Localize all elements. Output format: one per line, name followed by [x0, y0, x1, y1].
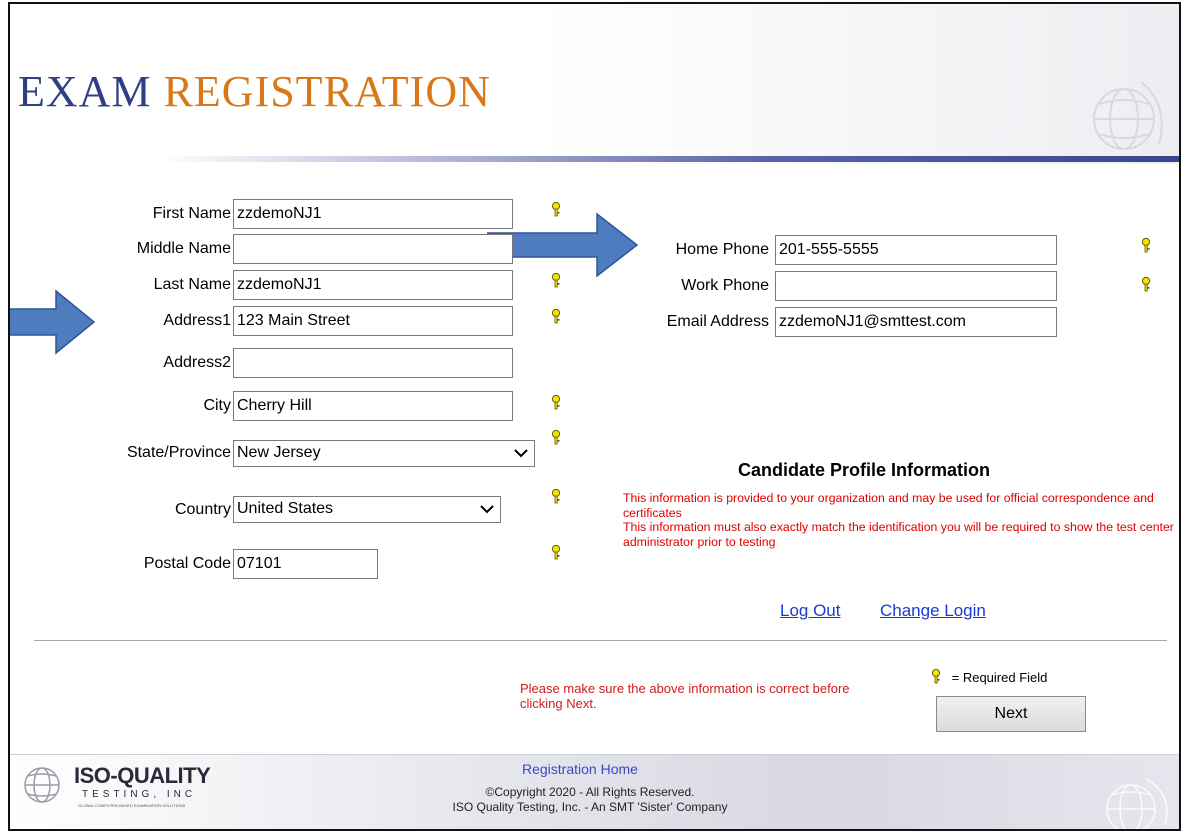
globe-icon [1093, 81, 1163, 150]
last-name-label: Last Name [153, 276, 231, 293]
key-icon [551, 201, 561, 217]
title-word-exam: EXAM [18, 67, 152, 116]
email-input[interactable] [775, 307, 1057, 337]
city-input[interactable] [233, 391, 513, 421]
profile-info-text: This information is provided to your org… [623, 491, 1179, 549]
copyright-line: ©Copyright 2020 - All Rights Reserved. [485, 785, 695, 799]
chevron-down-icon [514, 449, 528, 458]
key-icon [551, 272, 561, 288]
globe-icon [1106, 778, 1168, 829]
country-select-value: United States [237, 500, 334, 517]
logo-sub-text: TESTING, INC [82, 789, 197, 800]
email-label: Email Address [666, 313, 769, 330]
profile-info-line2: This information must also exactly match… [623, 520, 1174, 549]
title-word-registration: REGISTRATION [163, 67, 491, 116]
header-divider-bar [160, 156, 1179, 162]
page-footer: ISO-QUALITY TESTING, INC GLOBAL COMPUTER… [10, 754, 1179, 829]
company-line: ISO Quality Testing, Inc. - An SMT 'Sist… [452, 800, 728, 814]
address2-label: Address2 [163, 354, 231, 371]
city-label: City [203, 397, 231, 414]
key-icon [551, 308, 561, 324]
key-icon [551, 488, 561, 504]
log-out-link[interactable]: Log Out [780, 601, 841, 620]
arrow-icon [10, 289, 96, 355]
postal-code-input[interactable] [233, 549, 378, 579]
country-label: Country [174, 501, 231, 518]
first-name-input[interactable] [233, 199, 513, 229]
account-links: Log Out [780, 601, 841, 621]
middle-name-label: Middle Name [136, 240, 231, 257]
key-icon [1141, 276, 1151, 292]
next-button[interactable]: Next [936, 696, 1086, 732]
required-field-legend: = Required Field [930, 668, 1047, 685]
key-icon [551, 394, 561, 410]
logo-tagline: GLOBAL COMPUTER-BASED EXAMINATION SOLUTI… [78, 803, 186, 808]
key-icon [931, 668, 941, 684]
key-icon [1141, 237, 1151, 253]
work-phone-input[interactable] [775, 271, 1057, 301]
middle-name-input[interactable] [233, 234, 513, 264]
state-select-value: New Jersey [237, 444, 321, 461]
section-divider [34, 640, 1167, 641]
profile-title: Candidate Profile Information [738, 460, 991, 480]
logo-main-text: ISO-QUALITY [74, 763, 211, 788]
profile-info-line1: This information is provided to your org… [623, 491, 1154, 520]
postal-code-label: Postal Code [143, 555, 231, 572]
confirm-notice: Please make sure the above information i… [520, 681, 850, 711]
change-login-link[interactable]: Change Login [880, 601, 986, 620]
globe-icon [24, 767, 60, 803]
page-title: EXAM REGISTRATION [18, 66, 491, 117]
first-name-label: First Name [152, 205, 231, 222]
home-phone-input[interactable] [775, 235, 1057, 265]
account-links-2: Change Login [880, 601, 986, 621]
registration-home-link[interactable]: Registration Home [522, 761, 638, 777]
footer-copyright: ©Copyright 2020 - All Rights Reserved. I… [390, 785, 790, 815]
address2-input[interactable] [233, 348, 513, 378]
address1-label: Address1 [163, 312, 231, 329]
key-icon [551, 544, 561, 560]
key-icon [551, 429, 561, 445]
page-header: EXAM REGISTRATION [10, 4, 1179, 164]
state-label: State/Province [126, 444, 231, 461]
state-select[interactable]: New Jersey [233, 440, 535, 467]
work-phone-label: Work Phone [681, 277, 769, 294]
chevron-down-icon [480, 505, 494, 514]
address1-input[interactable] [233, 306, 513, 336]
last-name-input[interactable] [233, 270, 513, 300]
country-select[interactable]: United States [233, 496, 501, 523]
required-field-text: = Required Field [951, 670, 1048, 685]
home-phone-label: Home Phone [675, 241, 769, 258]
page-frame: EXAM REGISTRATION First Name Middle Name… [8, 2, 1181, 831]
